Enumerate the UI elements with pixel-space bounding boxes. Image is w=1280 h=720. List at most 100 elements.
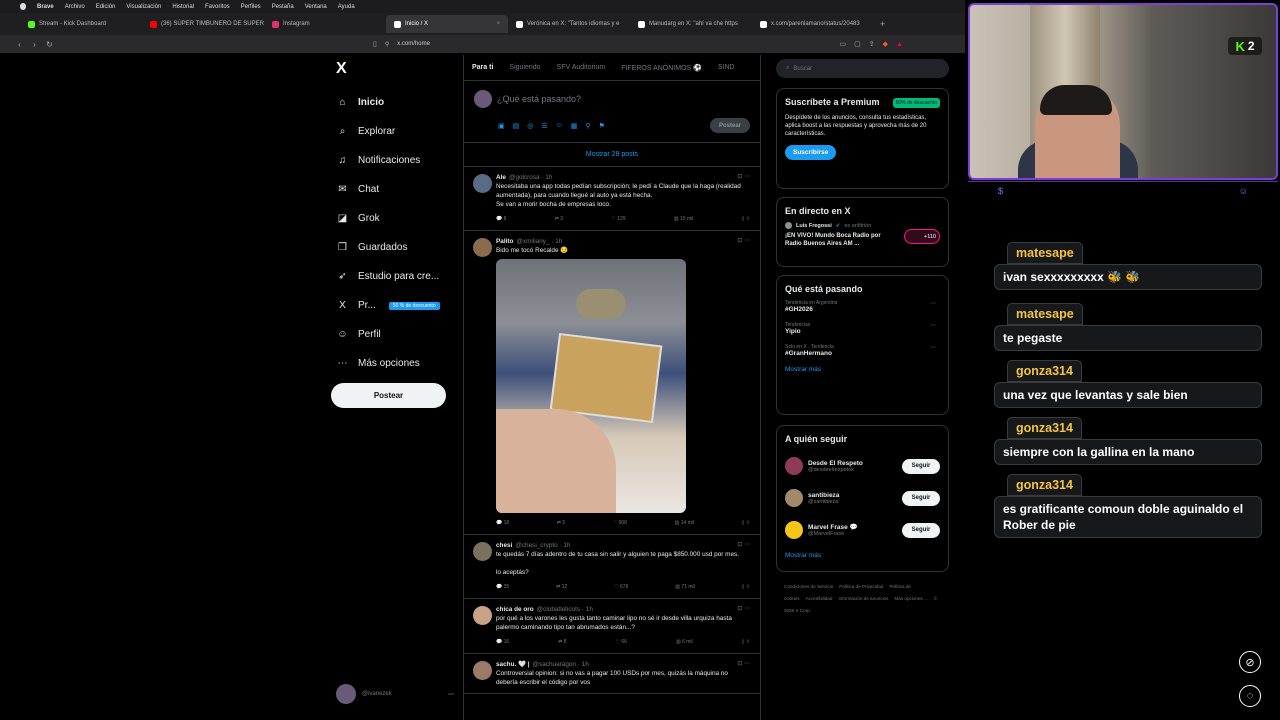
sidebar-item-creator-studio[interactable]: ➶ Estudio para cre... [336,262,466,291]
more-icon[interactable]: ⋯ [448,691,454,698]
composer-post-button[interactable]: Postear [710,118,750,133]
footer-link[interactable]: Política de Privacidad [839,584,883,589]
tweet-handle[interactable]: @xmiliany_ · 1h [516,237,562,246]
tab-4[interactable]: SIND [710,64,743,71]
schedule-icon[interactable]: ▦ [571,122,578,130]
show-new-posts[interactable]: Mostrar 28 posts [464,143,760,167]
menubar-item[interactable]: Perfiles [241,4,261,10]
tweet-bookmark-share[interactable]: ▯ ⇧ [742,638,750,647]
browser-tab[interactable]: (36) SÚPER TIMBUNERO DE SUPER [142,15,264,33]
post-button[interactable]: Postear [331,383,446,408]
footer-link[interactable]: Información de anuncios [838,596,888,601]
tweet-action-views[interactable]: ▥ 15 mil [674,215,693,224]
tweet-avatar[interactable] [473,606,492,625]
footer-link[interactable]: Más opciones ... [894,596,927,601]
follow-button[interactable]: Seguir [902,490,940,506]
follow-show-more[interactable]: Mostrar más [785,552,940,559]
tweet-handle[interactable]: @golcrosa · 1h [509,173,552,182]
site-info-icon[interactable]: ⚲ [385,41,389,48]
menubar-item[interactable]: Ayuda [338,4,355,10]
tweet-handle[interactable]: @clubatleticots · 1h [537,605,593,614]
apple-icon[interactable] [20,3,26,10]
tweet[interactable]: Palito @xmiliany_ · 1h ⊡ ⋯ Bido me tocó Rec… [464,231,760,535]
tweet-handle[interactable]: @sachuaragon · 1h [533,660,589,669]
browser-tab[interactable]: Manudarg en X: "ahí va che https [630,15,752,33]
share-icon[interactable]: ⇪ [869,40,875,48]
menubar-item[interactable]: Historial [172,4,194,10]
new-tab-icon[interactable]: + [874,19,885,29]
trend-item[interactable]: Tendencia en Argentina #GH2026 ⋯ [785,300,940,313]
back-icon[interactable]: ‹ [12,40,27,49]
format-icon[interactable]: ⚑ [599,122,605,130]
url-field[interactable]: x.com/home [397,41,430,47]
tweet-author[interactable]: sachu. 🤍 | [496,660,530,669]
trends-show-more[interactable]: Mostrar más [785,366,940,373]
compass-icon[interactable]: ⊘ [1239,651,1261,673]
cast-icon[interactable]: ▭ [840,40,847,48]
sidebar-item-explore[interactable]: ⌕ Explorar [336,117,466,146]
poll-icon[interactable]: ☰ [541,122,547,130]
reload-icon[interactable]: ↻ [42,40,57,49]
footer-link[interactable]: Condiciones de Servicio [784,584,833,589]
sidebar-item-premium[interactable]: X Pr... 50 % de descuento [336,291,466,320]
sidebar-item-grok[interactable]: ◪ Grok [336,204,466,233]
trend-item[interactable]: Tendencias Yipio ⋯ [785,322,940,335]
follow-item[interactable]: Marvel Frase 💬 @MarvelFrase Seguir [785,514,940,546]
share-icon[interactable]: ⇧ [746,520,750,526]
brave-rewards-icon[interactable]: ▲ [896,41,903,48]
tweet-avatar[interactable] [473,238,492,257]
tab-0[interactable]: Para ti [464,64,501,71]
menubar-item[interactable]: Archivo [65,4,85,10]
tweet-action-replies[interactable]: 💬 18 [496,519,509,528]
tweet[interactable]: chica de oro @clubatleticots · 1h ⊡ ⋯ por q… [464,599,760,654]
tweet-author[interactable]: Ale [496,173,506,182]
tweet-bookmark-share[interactable]: ▯ ⇧ [742,215,750,224]
tweet-more-icon[interactable]: ⊡ ⋯ [737,237,750,246]
bookmark-icon[interactable]: ▯ [373,40,377,48]
tab-1[interactable]: Siguiendo [501,64,548,71]
tweet[interactable]: sachu. 🤍 | @sachuaragon · 1h ⊡ ⋯ Controvers… [464,654,760,694]
tweet-action-reposts[interactable]: ⇄ 3 [555,215,563,224]
footer-link[interactable]: Accesibilidad [806,596,833,601]
trend-more-icon[interactable]: ⋯ [930,344,936,351]
tweet-action-reposts[interactable]: ⇄ 12 [556,583,567,592]
menubar-app-name[interactable]: Brave [37,4,54,10]
tweet-author[interactable]: chesi [496,541,512,550]
emoji-icon[interactable]: ☺ [556,122,563,130]
sidebar-item-notifications[interactable]: ♫ Notificaciones [336,146,466,175]
sidebar-item-bookmarks[interactable]: ❒ Guardados [336,233,466,262]
tweet-avatar[interactable] [473,542,492,561]
tweet-action-views[interactable]: ▥ 71 mil [675,583,694,592]
tweet-action-reposts[interactable]: ⇄ 8 [558,638,566,647]
browser-tab[interactable]: Verónica en X: "Tantos idiomas y e [508,15,630,33]
live-event[interactable]: ¡EN VIVO! Mundo Boca Radio por Radio Bue… [785,232,895,248]
tweet-action-likes[interactable]: ♡ 129 [611,215,625,224]
image-icon[interactable]: ▣ [498,122,505,130]
live-listeners[interactable]: +110 [904,229,940,244]
tweet-bookmark-share[interactable]: ▯ ⇧ [742,519,750,528]
location-icon[interactable]: ⚲ [585,122,590,130]
follow-item[interactable]: Desde El Respeto @desdeelrespetok Seguir [785,450,940,482]
tweet-action-likes[interactable]: ♡ 908 [613,519,627,528]
tweet-more-icon[interactable]: ⊡ ⋯ [737,173,750,182]
tab-close-icon[interactable]: × [496,21,500,27]
tweet-action-likes[interactable]: ♡ 678 [614,583,628,592]
tweet[interactable]: chesi @chesi_crypto · 1h ⊡ ⋯ te quedás 7 dí… [464,535,760,599]
gif-icon[interactable]: ▤ [513,122,520,130]
tweet-handle[interactable]: @chesi_crypto · 1h [515,541,570,550]
account-switcher[interactable]: @ivanezek ⋯ [336,684,454,704]
share-icon[interactable]: ⇧ [746,216,750,222]
chat-bubble-icon[interactable]: ◌ [1239,685,1261,707]
x-logo[interactable]: X [336,60,347,78]
grok-icon[interactable]: ◎ [527,122,533,130]
tab-3[interactable]: FIFEROS ANÓNIMOS ⚽️ [613,64,710,72]
sidebar-item-home[interactable]: ⌂ Inicio [336,88,466,117]
follow-avatar[interactable] [785,521,803,539]
trend-more-icon[interactable]: ⋯ [930,300,936,307]
menubar-item[interactable]: Edición [96,4,116,10]
composer-input[interactable]: ¿Qué está pasando? [497,94,581,104]
live-host[interactable]: Luis Fregossi [796,223,832,229]
tweet-more-icon[interactable]: ⊡ ⋯ [737,660,750,669]
browser-tab[interactable]: x.com/parenlamano/status/20483 [752,15,874,33]
menubar-item[interactable]: Ventana [305,4,327,10]
